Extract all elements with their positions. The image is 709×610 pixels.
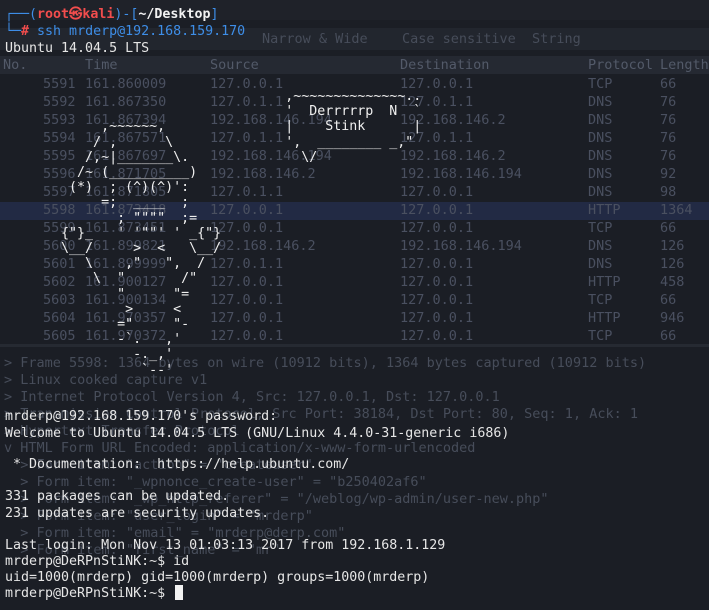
col-source: Source (210, 57, 259, 73)
packet-cell-len: 76 (660, 148, 677, 164)
packet-cell-proto: DNS (588, 112, 613, 128)
packet-cell-dst: 127.0.0.1 (400, 292, 474, 308)
prompt-corner: └─ (5, 24, 22, 39)
packet-cell-proto: DNS (588, 184, 613, 200)
packet-cell-proto: DNS (588, 148, 613, 164)
packet-cell-proto: DNS (588, 94, 613, 110)
packet-cell-len: 946 (660, 310, 685, 326)
packet-cell-len: 76 (660, 112, 677, 128)
packet-cell-src: 127.0.0.1 (210, 292, 284, 308)
command-text: id (173, 554, 190, 569)
packet-cell-src: 127.0.0.1 (210, 310, 284, 326)
packet-cell-src: 127.0.1.1 (210, 256, 284, 272)
packet-cell-src: 192.168.146.2 (210, 238, 316, 254)
filter-option-narrow-wide: Narrow & Wide (262, 31, 368, 47)
packet-cell-dst: 127.0.0.1 (400, 220, 474, 236)
packet-cell-proto: DNS (588, 166, 613, 182)
prompt-cwd: ~/Desktop (138, 7, 211, 22)
packet-cell-proto: HTTP (588, 202, 621, 218)
packet-cell-proto: TCP (588, 328, 613, 344)
packages-line: 331 packages can be updated. (5, 489, 230, 504)
packet-cell-len: 126 (660, 256, 685, 272)
filter-option-case-sensitive: Case sensitive (402, 31, 516, 47)
password-prompt: mrderp@192.168.159.170's password: (5, 409, 278, 424)
packet-cell-dst: 127.0.0.1 (400, 184, 474, 200)
col-time: Time (85, 57, 118, 73)
packet-cell-len: 92 (660, 166, 677, 182)
prompt-user-host: root㉿kali (37, 7, 115, 22)
packet-cell-dst: 127.0.0.1 (400, 310, 474, 326)
shell-prompt: mrderp@DeRPnStiNK:~$ (5, 554, 174, 569)
os-banner: Ubuntu 14.04.5 LTS (5, 41, 150, 56)
detail-line: > Internet Protocol Version 4, Src: 127.… (4, 389, 500, 405)
packet-cell-proto: DNS (588, 238, 613, 254)
welcome-message: Welcome to Ubuntu 14.04.5 LTS (GNU/Linux… (5, 426, 510, 441)
packet-cell-len: 76 (660, 94, 677, 110)
packet-cell-len: 98 (660, 184, 677, 200)
last-login-line: Last login: Mon Nov 13 01:03:13 2017 fro… (5, 538, 446, 553)
packet-cell-proto: TCP (588, 76, 613, 92)
ascii-art-line: `--' (5, 362, 174, 378)
packet-cell-src: 127.0.1.1 (210, 184, 284, 200)
packet-cell-proto: TCP (588, 292, 613, 308)
packet-cell-proto: DNS (588, 130, 613, 146)
filter-option-string: String (532, 31, 581, 47)
prompt-bracket-open: ┌──( (5, 7, 38, 22)
packet-cell-len: 1364 (660, 202, 693, 218)
packet-cell-proto: HTTP (588, 274, 621, 290)
packet-cell-dst: 127.0.0.1 (400, 274, 474, 290)
shell-prompt: mrderp@DeRPnStiNK:~$ (5, 586, 174, 601)
packet-cell-src: 127.0.0.1 (210, 202, 284, 218)
packet-cell-src: 127.0.0.1 (210, 274, 284, 290)
packet-cell-len: 126 (660, 238, 685, 254)
packet-cell-proto: DNS (588, 256, 613, 272)
packet-cell-dst: 127.0.0.1 (400, 328, 474, 344)
ssh-command: ssh mrderp@192.168.159.170 (29, 24, 246, 39)
id-output: uid=1000(mrderp) gid=1000(mrderp) groups… (5, 570, 430, 585)
security-updates-line: 231 updates are security updates. (5, 506, 270, 521)
packet-cell-dst: 127.0.0.1 (400, 202, 474, 218)
packet-cell-len: 458 (660, 274, 685, 290)
prompt-line-1: ┌──(root㉿kali)-[~/Desktop] (5, 6, 218, 23)
text-cursor[interactable] (175, 585, 184, 600)
packet-cell-len: 66 (660, 220, 677, 236)
packet-cell-len: 76 (660, 130, 677, 146)
prompt-separator: )-[ (114, 7, 139, 22)
col-length: Length (660, 57, 709, 73)
packet-cell-dst: 192.168.146.2 (400, 148, 506, 164)
command-line-active[interactable]: mrderp@DeRPnStiNK:~$ (5, 585, 184, 602)
packet-cell-len: 66 (660, 76, 677, 92)
packet-cell-proto: HTTP (588, 310, 621, 326)
packet-cell-dst: 192.168.146.194 (400, 166, 522, 182)
packet-cell-src: 127.0.0.1 (210, 328, 284, 344)
prompt-line-2: └─# ssh mrderp@192.168.159.170 (5, 23, 245, 40)
command-line-id: mrderp@DeRPnStiNK:~$ id (5, 553, 189, 570)
col-protocol: Protocol (588, 57, 654, 73)
packet-cell-len: 66 (660, 292, 677, 308)
packet-cell-proto: TCP (588, 220, 613, 236)
packet-cell-src: 192.168.146.2 (210, 166, 316, 182)
packet-cell-dst: 192.168.146.194 (400, 238, 522, 254)
prompt-bracket-close: ] (210, 7, 219, 22)
prompt-hash: # (21, 24, 30, 39)
packet-cell-len: 66 (660, 328, 677, 344)
documentation-line: * Documentation: https://help.ubuntu.com… (5, 457, 350, 472)
packet-cell-dst: 127.0.0.1 (400, 256, 474, 272)
col-destination: Destination (400, 57, 490, 73)
col-no: No. (3, 57, 28, 73)
